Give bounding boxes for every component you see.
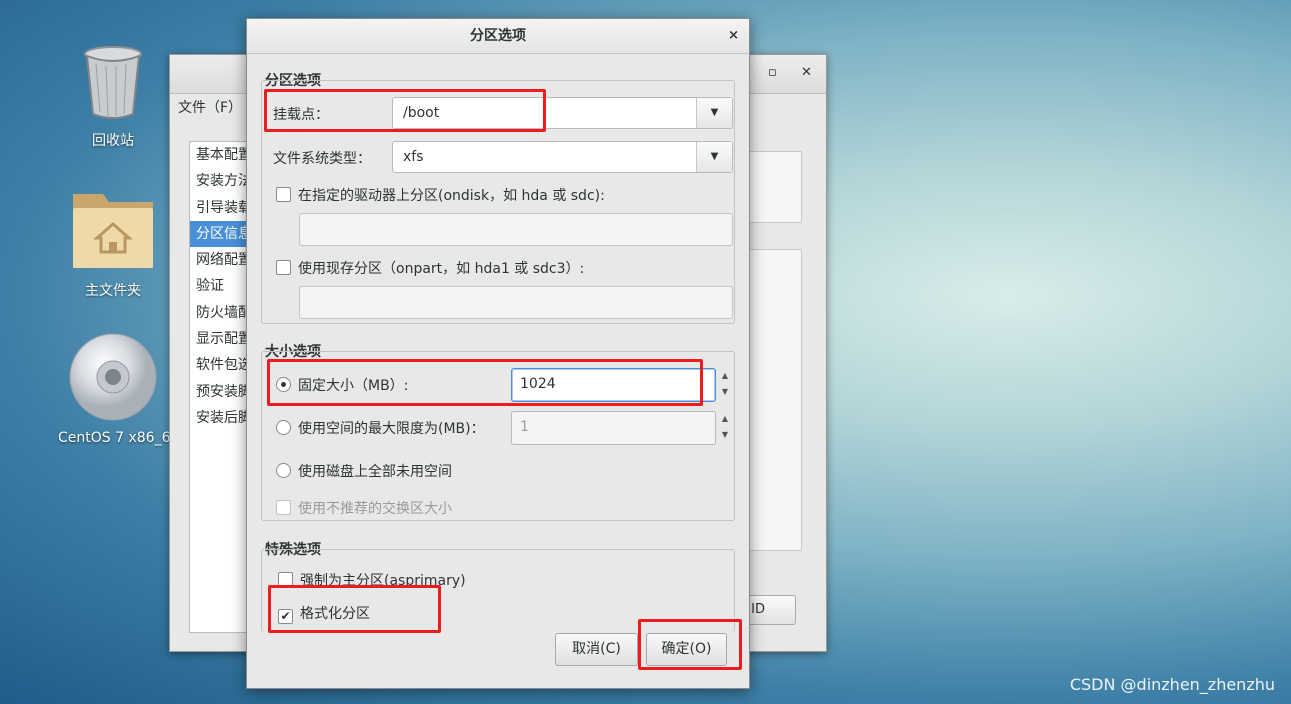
chevron-down-icon[interactable]: ▼ (696, 142, 732, 172)
nav-item-selected[interactable]: 分区信息 (190, 220, 250, 248)
onpart-label: 使用现存分区（onpart，如 hda1 或 sdc3）: (298, 261, 585, 277)
ok-button[interactable]: 确定(O) (646, 633, 727, 666)
format-checkbox[interactable]: ✔ (278, 609, 293, 624)
mount-point-value[interactable]: /boot (403, 105, 439, 121)
config-nav-list: 基本配置 安装方法 引导装载程序选项 分区信息 网络配置 验证 防火墙配置 显示… (189, 141, 251, 633)
spin-arrows-icon[interactable]: ▲ ▼ (717, 411, 733, 445)
cancel-button[interactable]: 取消(C) (555, 633, 638, 666)
fill-disk-radio[interactable] (276, 463, 291, 478)
fixed-size-option[interactable]: 固定大小（MB）: (276, 375, 408, 395)
trash-icon (84, 46, 142, 119)
partition-options-dialog: 分区选项 × 分区选项 挂载点： /boot ▼ 文件系统类型： xfs ▼ 在… (246, 18, 750, 689)
nav-item[interactable]: 显示配置 (190, 326, 250, 352)
fixed-size-label: 固定大小（MB）: (298, 378, 409, 394)
nav-item[interactable]: 防火墙配置 (190, 300, 250, 326)
mount-point-combo[interactable]: /boot ▼ (392, 97, 733, 129)
fill-disk-option[interactable]: 使用磁盘上全部未用空间 (276, 461, 452, 481)
close-icon[interactable]: ✕ (801, 65, 812, 80)
max-size-value[interactable]: 1 (520, 419, 529, 435)
spin-arrows-icon[interactable]: ▲ ▼ (717, 368, 733, 402)
chevron-down-icon[interactable]: ▼ (696, 98, 732, 128)
fs-type-combo[interactable]: xfs ▼ (392, 141, 733, 173)
ondisk-label: 在指定的驱动器上分区(ondisk，如 hda 或 sdc): (298, 188, 605, 204)
asprimary-label: 强制为主分区(asprimary) (300, 573, 466, 589)
desktop-icon-trash[interactable]: 回收站 (58, 42, 168, 150)
trash-label: 回收站 (92, 133, 134, 149)
fixed-size-radio[interactable] (276, 377, 291, 392)
fixed-size-spinner[interactable]: 1024 ▲ ▼ (511, 368, 728, 402)
onpart-checkbox[interactable] (276, 260, 291, 275)
desktop-icon-home[interactable]: 主文件夹 (58, 184, 168, 300)
dialog-close-icon[interactable]: × (728, 28, 739, 43)
format-label: 格式化分区 (300, 606, 370, 622)
home-folder-label: 主文件夹 (85, 283, 141, 299)
onpart-option[interactable]: 使用现存分区（onpart，如 hda1 或 sdc3）: (276, 258, 584, 278)
asprimary-option[interactable]: 强制为主分区(asprimary) (278, 570, 466, 590)
dvd-disc-icon (69, 333, 157, 421)
max-size-option[interactable]: 使用空间的最大限度为(MB)： (276, 418, 485, 438)
nav-item[interactable]: 引导装载程序选项 (190, 195, 250, 221)
home-folder-icon (73, 194, 153, 268)
dialog-title: 分区选项 (247, 19, 749, 54)
swap-size-option: 使用不推荐的交换区大小 (276, 498, 452, 518)
format-option[interactable]: ✔ 格式化分区 (278, 603, 370, 624)
menu-file[interactable]: 文件（F） (178, 97, 242, 117)
dvd-label: CentOS 7 x86_64 (58, 430, 180, 446)
nav-item[interactable]: 软件包选择 (190, 352, 250, 378)
fs-type-value[interactable]: xfs (403, 149, 424, 165)
max-size-label: 使用空间的最大限度为(MB)： (298, 421, 485, 437)
swap-size-label: 使用不推荐的交换区大小 (298, 501, 452, 517)
max-size-radio[interactable] (276, 420, 291, 435)
nav-item[interactable]: 安装方法 (190, 168, 250, 194)
fs-type-label: 文件系统类型： (273, 151, 371, 167)
max-size-spinner[interactable]: 1 ▲ ▼ (511, 411, 728, 445)
fixed-size-value[interactable]: 1024 (520, 376, 556, 392)
mount-point-label: 挂载点： (273, 107, 329, 123)
swap-size-checkbox (276, 500, 291, 515)
ondisk-option[interactable]: 在指定的驱动器上分区(ondisk，如 hda 或 sdc): (276, 185, 605, 205)
desktop-icon-dvd[interactable]: CentOS 7 x86_64 (58, 332, 180, 446)
csdn-watermark: CSDN @dinzhen_zhenzhu (1069, 675, 1275, 694)
fill-disk-label: 使用磁盘上全部未用空间 (298, 464, 452, 480)
onpart-input[interactable] (299, 286, 733, 319)
nav-item[interactable]: 安装后脚本 (190, 405, 250, 431)
ondisk-input[interactable] (299, 213, 733, 246)
asprimary-checkbox[interactable] (278, 572, 293, 587)
maximize-icon[interactable]: ▫ (768, 65, 777, 80)
nav-item[interactable]: 验证 (190, 273, 250, 299)
nav-item[interactable]: 预安装脚本 (190, 379, 250, 405)
nav-item[interactable]: 基本配置 (190, 142, 250, 168)
ondisk-checkbox[interactable] (276, 187, 291, 202)
nav-item[interactable]: 网络配置 (190, 247, 250, 273)
